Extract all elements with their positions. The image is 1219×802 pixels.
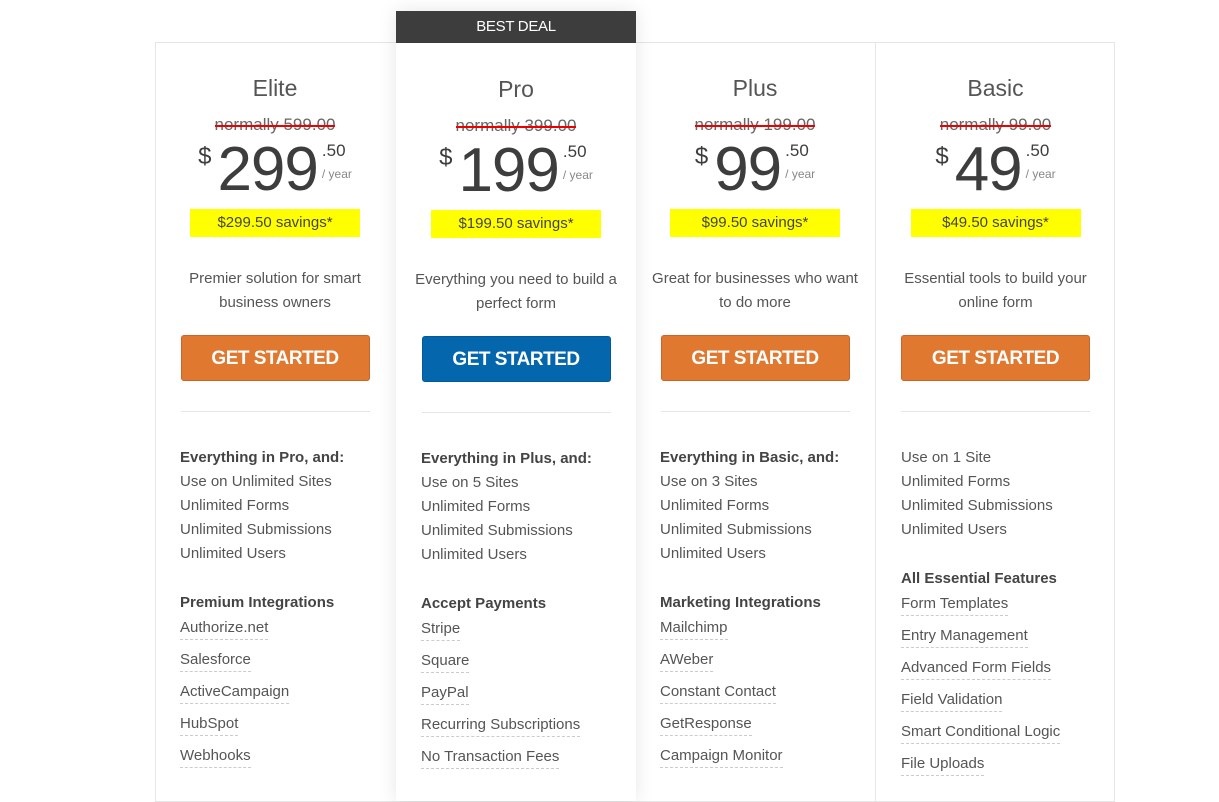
section-heading: Premium Integrations [180,594,335,611]
feature-link[interactable]: ActiveCampaign [180,681,290,704]
feature-item: Use on 1 Site [901,449,992,466]
feature-link[interactable]: Mailchimp [660,617,728,640]
feature-link[interactable]: Form Templates [901,593,1009,616]
feature-link[interactable]: Campaign Monitor [660,745,783,768]
feature-link[interactable]: Entry Management [901,625,1028,648]
feature-item: Unlimited Users [660,545,766,562]
features-heading: Everything in Pro, and: [180,449,345,466]
savings-badge: $199.50 savings* [431,210,601,238]
price-cents: .50 [321,141,346,160]
plan-name: Pro [498,76,534,102]
feature-link[interactable]: Webhooks [180,745,251,768]
price-amount: 99 [714,135,782,204]
get-started-button-plus[interactable]: GET STARTED [660,335,850,381]
get-started-button-basic[interactable]: GET STARTED [901,335,1090,381]
feature-link[interactable]: No Transaction Fees [421,746,560,769]
get-started-button-pro[interactable]: GET STARTED [421,336,611,382]
price-period: / year [321,167,352,181]
section-heading: All Essential Features [901,570,1057,587]
section-heading: Marketing Integrations [660,594,821,611]
price-amount: 199 [458,136,559,205]
feature-item: Unlimited Submissions [421,522,573,539]
feature-link[interactable]: Constant Contact [660,681,776,704]
feature-link[interactable]: GetResponse [660,713,752,736]
original-price: normally 99.00 [939,115,1052,134]
feature-link[interactable]: Authorize.net [180,617,269,640]
plan-description: Everything you need to build a perfect f… [415,271,617,312]
price-period: / year [1025,167,1056,181]
feature-item: Unlimited Users [901,521,1007,538]
feature-item: Unlimited Submissions [901,497,1053,514]
savings-badge: $49.50 savings* [910,209,1081,237]
plan-name: Plus [732,75,778,101]
plan-description: Great for businesses who want to do more [652,270,858,311]
price-amount: 299 [217,135,318,204]
original-price: normally 199.00 [694,115,816,134]
feature-link[interactable]: Stripe [421,618,461,641]
feature-link[interactable]: Advanced Form Fields [901,657,1052,680]
price-cents: .50 [562,142,587,161]
currency-symbol: $ [198,143,212,170]
features-heading: Everything in Basic, and: [660,449,840,466]
price-period: / year [785,167,816,181]
price: $ 299 .50/ year [155,139,395,201]
feature-list: Everything in Plus, and: Use on 5 Sites … [421,447,636,778]
divider [901,411,1090,412]
original-price: normally 599.00 [214,115,336,134]
plan-card-plus: Plus normally 199.00 $ 99 .50 / year $99.… [635,42,875,802]
divider [660,411,850,412]
feature-item: Use on 3 Sites [660,473,758,490]
feature-item: Unlimited Forms [180,497,290,514]
savings-badge: $299.50 savings* [190,209,360,237]
currency-symbol: $ [439,144,453,171]
price-period: / year [562,168,593,182]
feature-item: Unlimited Users [180,545,286,562]
price-amount: 49 [954,135,1023,204]
price: $ 199 .50/ year [396,140,636,202]
plan-description: Essential tools to build your online for… [904,270,1087,311]
feature-item: Use on 5 Sites [421,474,519,491]
section-heading: Accept Payments [421,595,547,612]
feature-link[interactable]: Square [421,650,470,673]
feature-item: Use on Unlimited Sites [180,473,332,490]
feature-item: Unlimited Forms [660,497,770,514]
divider [421,412,611,413]
original-price: normally 399.00 [455,116,577,135]
feature-link[interactable]: Smart Conditional Logic [901,721,1061,744]
features-heading: Everything in Plus, and: [421,450,592,467]
feature-item: Unlimited Forms [421,498,531,515]
feature-item: Unlimited Forms [901,473,1011,490]
feature-item: Unlimited Users [421,546,527,563]
feature-link[interactable]: HubSpot [180,713,239,736]
divider [180,411,370,412]
feature-link[interactable]: Salesforce [180,649,251,672]
price: $ 99 .50/ year [635,139,875,201]
plan-name: Basic [967,75,1024,101]
feature-link[interactable]: Field Validation [901,689,1003,712]
price-cents: .50 [785,141,809,160]
feature-item: Unlimited Submissions [180,521,332,538]
feature-link[interactable]: AWeber [660,649,714,672]
plan-card-pro: BEST DEAL Pro normally 399.00 $ 199 .50 /… [396,11,636,801]
currency-symbol: $ [694,143,709,170]
plan-name: Elite [252,75,298,101]
feature-link[interactable]: File Uploads [901,753,985,776]
plan-card-elite: Elite normally 599.00 $ 299 .50 / year $2… [155,42,395,802]
plan-description: Premier solution for smart business owne… [189,270,361,311]
savings-badge: $99.50 savings* [670,209,840,237]
feature-list: Everything in Pro, and: Use on Unlimited… [180,446,395,777]
best-deal-badge: BEST DEAL [396,11,636,43]
plan-card-basic: Basic normally 99.00 $ 49 .50 / year $49.… [875,42,1115,802]
feature-link[interactable]: Recurring Subscriptions [421,714,581,737]
price-cents: .50 [1025,141,1050,160]
feature-link[interactable]: PayPal [421,682,469,705]
feature-list: Use on 1 Site Unlimited Forms Unlimited … [901,446,1115,785]
feature-list: Everything in Basic, and: Use on 3 Sites… [660,446,875,777]
currency-symbol: $ [935,143,949,170]
get-started-button-elite[interactable]: GET STARTED [180,335,370,381]
feature-item: Unlimited Submissions [660,521,812,538]
price: $ 49 .50/ year [876,139,1115,201]
